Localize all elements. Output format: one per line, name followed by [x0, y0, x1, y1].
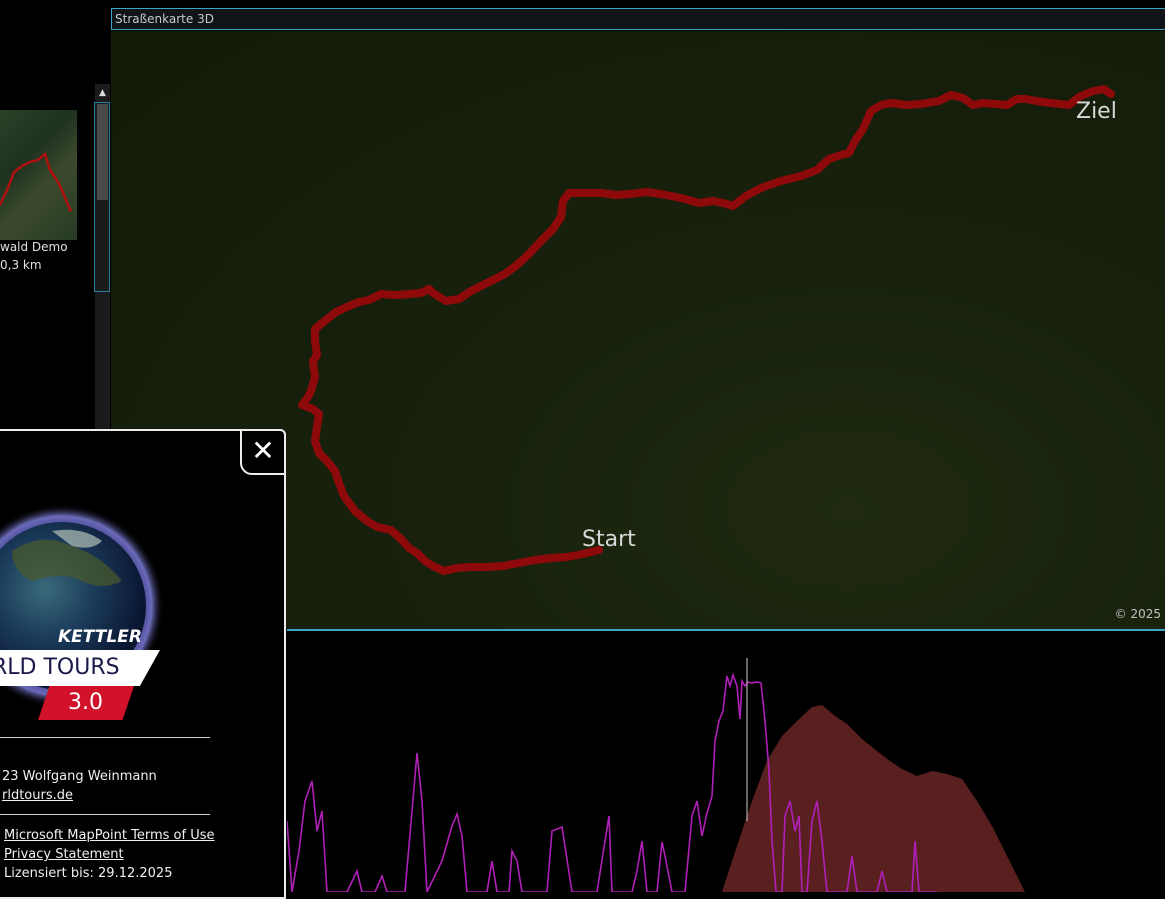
scroll-up-arrow-icon[interactable]: ▲ — [95, 84, 110, 102]
map-title: Straßenkarte 3D — [115, 12, 214, 26]
route-path — [298, 85, 1115, 575]
map-copyright: © 2025 — [1114, 607, 1161, 621]
tour-list-frame — [94, 102, 110, 292]
terms-link[interactable]: Microsoft MapPoint Terms of Use — [4, 828, 215, 843]
license-info: Lizensiert bis: 29.12.2025 — [4, 866, 172, 881]
version-number: 3.0 — [68, 690, 103, 715]
elevation-profile-panel[interactable] — [287, 631, 1165, 892]
product-name: RLD TOURS — [0, 655, 120, 680]
tour-thumbnail[interactable] — [0, 110, 77, 240]
divider — [0, 814, 210, 815]
map-title-bar: Straßenkarte 3D — [111, 8, 1165, 30]
license-date: 29.12.2025 — [98, 866, 173, 881]
divider — [0, 737, 210, 738]
privacy-link[interactable]: Privacy Statement — [4, 847, 124, 862]
website-link[interactable]: rldtours.de — [2, 788, 73, 803]
tour-length: 0,3 km — [0, 258, 42, 272]
close-button[interactable]: ✕ — [240, 429, 286, 475]
start-label: Start — [582, 527, 636, 552]
elevation-area — [722, 705, 1025, 892]
app-logo: KETTLER RLD TOURS 3.0 — [0, 471, 192, 731]
tour-thumbnail-route — [0, 151, 72, 212]
tour-name: wald Demo — [0, 240, 68, 254]
brand-name: KETTLER — [58, 627, 142, 647]
elevation-profile-chart — [287, 658, 1025, 892]
end-label: Ziel — [1076, 99, 1117, 124]
license-label: Lizensiert bis: — [4, 866, 94, 881]
about-dialog: ✕ KETTLER RLD TOURS 3.0 23 Wolfgang Wein… — [0, 429, 286, 899]
tour-list: wald Demo 0,3 km — [0, 102, 96, 290]
copyright-line: 23 Wolfgang Weinmann — [2, 769, 157, 784]
